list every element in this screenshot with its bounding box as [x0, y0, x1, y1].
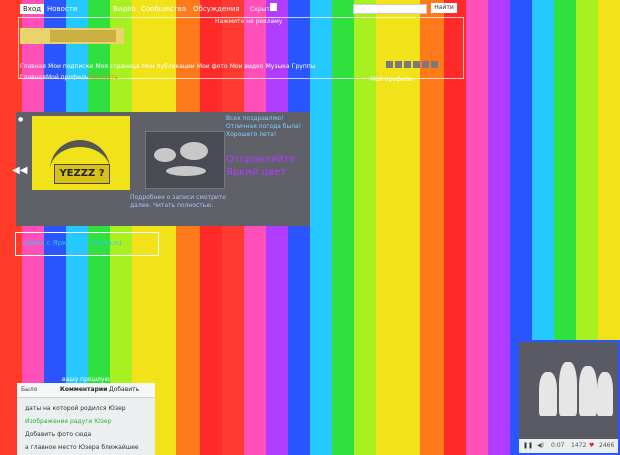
nav-tab-news[interactable]: Новости [44, 4, 80, 14]
video-figure [539, 372, 557, 416]
link-box-label[interactable]: связи с Яркостью Чигаз.ru [24, 239, 121, 247]
nav-tab-discussions[interactable]: Обсуждения [190, 4, 243, 14]
breadcrumb-item[interactable]: Мои фото [197, 63, 228, 70]
header-topline: Нажмите на рекламу [215, 18, 283, 25]
nav-tab-login[interactable]: Вход [20, 4, 45, 14]
feature-image-side[interactable] [145, 131, 225, 189]
nav-tab-video[interactable]: Видео [110, 4, 139, 14]
breadcrumb: Главная Мои подписки Моя страница Мои пу… [20, 62, 380, 70]
breadcrumb-item[interactable]: Главная [20, 63, 46, 70]
nav-tab-communities[interactable]: Сообщества [138, 4, 189, 14]
breadcrumb-item[interactable]: Музыка [266, 63, 290, 70]
panel-row[interactable]: даты на которой родился Юзер [25, 405, 126, 412]
feature-image-main[interactable]: YEZZZ ? [32, 116, 130, 190]
video-time: 0:07 [551, 442, 565, 449]
breadcrumb-item[interactable]: Мои видео [230, 63, 264, 70]
image-blob [154, 148, 176, 162]
feature-thumb-icon: ● [18, 116, 24, 123]
breadcrumb-item[interactable]: Мои подписки [48, 63, 93, 70]
panel-row[interactable]: Добавить фото сюда [25, 431, 91, 438]
mail-icon[interactable] [395, 61, 402, 68]
panel-row[interactable]: а главное место Юзера ближайшее [25, 444, 139, 451]
toolbar-icons [386, 61, 440, 70]
logo-image [50, 30, 116, 42]
video-figure [579, 366, 597, 416]
feature-subtext: Подробнее о записи смотрите далее. Читат… [130, 194, 226, 209]
feature-caption: YEZZZ ? [54, 164, 110, 184]
image-blob [166, 166, 206, 176]
subnav-right[interactable]: Мой профиль [370, 76, 412, 83]
video-likes: 1472 [571, 442, 587, 449]
logo-banner[interactable] [20, 28, 124, 44]
panel-above-label: вашу прошлую [62, 376, 110, 383]
subnav-mid[interactable]: Мой профиль [46, 74, 88, 81]
video-count: 2466 [599, 442, 615, 449]
panel-row[interactable]: Изображение радуги Юзер [25, 418, 111, 425]
image-blob [180, 142, 208, 160]
panel-tab-left[interactable]: Было [21, 386, 37, 393]
feature-title[interactable]: Отправляйте Яркий цвет [226, 153, 308, 179]
subnav-badge[interactable]: Написать [88, 74, 118, 81]
video-player[interactable]: ❚❚ ◀) 0:07 1472 ♥ 2466 [517, 340, 620, 455]
prev-arrow-icon[interactable]: ◀◀ [12, 165, 27, 176]
video-figure [597, 372, 613, 416]
settings-icon[interactable] [431, 61, 438, 68]
video-figure [559, 362, 577, 416]
panel-tab-add[interactable]: Добавить [109, 386, 139, 393]
nav-dropdown-icon[interactable] [270, 3, 277, 11]
pause-icon[interactable]: ❚❚ [523, 442, 533, 449]
search-input[interactable] [353, 4, 427, 14]
breadcrumb-item[interactable]: Группы [292, 63, 316, 70]
video-controls: ❚❚ ◀) 0:07 1472 ♥ 2466 [519, 439, 618, 453]
breadcrumb-item[interactable]: Моя страница [95, 63, 139, 70]
comments-panel: Было Комментарии Добавить даты на которо… [17, 383, 155, 455]
heart-icon[interactable]: ♥ [589, 442, 594, 449]
user-icon[interactable] [404, 61, 411, 68]
rss-icon[interactable] [386, 61, 393, 68]
subnav-left[interactable]: Главная [20, 74, 46, 81]
volume-icon[interactable]: ◀) [537, 442, 544, 449]
feature-text: Всех поздравляю! Отличная погода была! Х… [226, 115, 302, 138]
breadcrumb-item[interactable]: Мои публикации [142, 63, 195, 70]
link-box[interactable]: связи с Яркостью Чигаз.ru [15, 232, 159, 256]
print-icon[interactable] [422, 61, 429, 68]
share-icon[interactable] [413, 61, 420, 68]
search-button[interactable]: Найти [431, 3, 457, 13]
panel-tab-comments[interactable]: Комментарии [60, 386, 107, 393]
